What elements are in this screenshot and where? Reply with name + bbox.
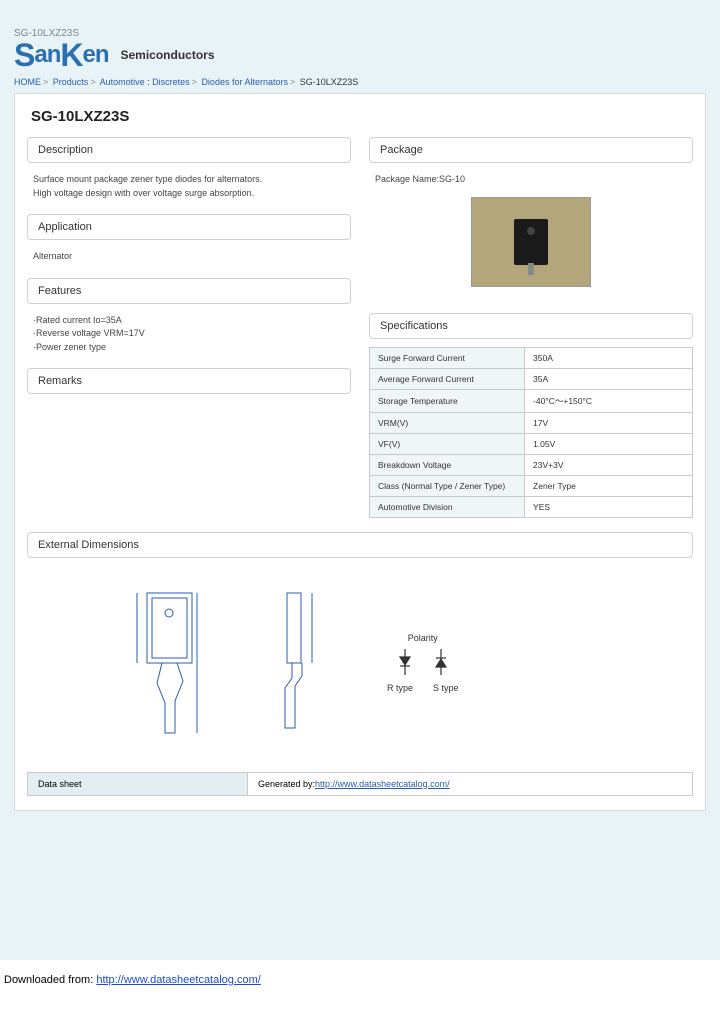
external-dimensions-body: Polarity — [27, 568, 693, 758]
spec-row: Breakdown Voltage23V+3V — [370, 454, 693, 475]
package-name-text: Package Name:SG-10 — [375, 173, 687, 187]
polarity-r-icon — [397, 647, 413, 679]
polarity-s-label: S type — [433, 683, 459, 693]
spec-value: 23V+3V — [525, 454, 693, 475]
crumb-current: SG-10LXZ23S — [300, 77, 359, 87]
part-number-header: SG-10LXZ23S — [14, 28, 706, 39]
description-line2: High voltage design with over voltage su… — [33, 187, 345, 201]
features-heading: Features — [27, 278, 351, 304]
package-photo — [471, 197, 591, 287]
spec-key: Breakdown Voltage — [370, 454, 525, 475]
polarity-s-icon — [433, 647, 449, 679]
specifications-heading: Specifications — [369, 313, 693, 339]
polarity-label: Polarity — [387, 633, 459, 643]
external-dimensions-heading: External Dimensions — [27, 532, 693, 558]
description-body: Surface mount package zener type diodes … — [27, 171, 351, 214]
spec-key: Surge Forward Current — [370, 347, 525, 368]
spec-key: Class (Normal Type / Zener Type) — [370, 475, 525, 496]
spec-row: VF(V)1.05V — [370, 433, 693, 454]
spec-row: Automotive DivisionYES — [370, 496, 693, 517]
package-chip-graphic — [514, 219, 548, 265]
crumb-products[interactable]: Products — [53, 77, 89, 87]
datasheet-label: Data sheet — [28, 772, 248, 795]
spec-row: Class (Normal Type / Zener Type)Zener Ty… — [370, 475, 693, 496]
spec-value: 35A — [525, 368, 693, 389]
description-heading: Description — [27, 137, 351, 163]
application-body: Alternator — [27, 248, 351, 278]
application-heading: Application — [27, 214, 351, 240]
brand-suffix: Semiconductors — [120, 48, 214, 62]
datasheet-row: Data sheet Generated by:http://www.datas… — [28, 772, 693, 795]
right-column: Package Package Name:SG-10 Specification… — [369, 137, 693, 518]
two-column-layout: Description Surface mount package zener … — [27, 137, 693, 518]
spec-value: 1.05V — [525, 433, 693, 454]
datasheet-table: Data sheet Generated by:http://www.datas… — [27, 772, 693, 796]
breadcrumb: HOME> Products> Automotive : Discretes> … — [14, 77, 706, 87]
spec-key: Storage Temperature — [370, 389, 525, 412]
dimension-drawing-front — [127, 583, 217, 743]
spec-key: VF(V) — [370, 433, 525, 454]
spec-key: VRM(V) — [370, 412, 525, 433]
remarks-body — [27, 402, 351, 418]
left-column: Description Surface mount package zener … — [27, 137, 351, 518]
page-background: SG-10LXZ23S SanKen Semiconductors HOME> … — [0, 0, 720, 960]
datasheet-link[interactable]: http://www.datasheetcatalog.com/ — [315, 779, 450, 789]
footer-link[interactable]: http://www.datasheetcatalog.com/ — [96, 974, 260, 986]
feature-2: ·Reverse voltage VRM=17V — [33, 327, 345, 341]
description-line1: Surface mount package zener type diodes … — [33, 173, 345, 187]
crumb-discretes[interactable]: Discretes — [152, 77, 190, 87]
footer-prefix: Downloaded from: — [4, 974, 96, 986]
logo-row: SanKen Semiconductors — [14, 41, 706, 69]
specifications-table: Surge Forward Current350AAverage Forward… — [369, 347, 693, 518]
crumb-diodes[interactable]: Diodes for Alternators — [201, 77, 288, 87]
dimension-drawing-side — [257, 583, 347, 743]
feature-3: ·Power zener type — [33, 341, 345, 355]
spec-value: 17V — [525, 412, 693, 433]
spec-value: -40°C～+150°C — [525, 389, 693, 412]
spec-key: Average Forward Current — [370, 368, 525, 389]
content-card: SG-10LXZ23S Description Surface mount pa… — [14, 93, 706, 811]
crumb-automotive[interactable]: Automotive — [100, 77, 145, 87]
datasheet-value: Generated by:http://www.datasheetcatalog… — [248, 772, 693, 795]
feature-1: ·Rated current Io=35A — [33, 314, 345, 328]
spec-row: Storage Temperature-40°C～+150°C — [370, 389, 693, 412]
brand-logo: SanKen — [14, 41, 108, 69]
polarity-r-label: R type — [387, 683, 413, 693]
package-body: Package Name:SG-10 — [369, 171, 693, 313]
spec-row: Surge Forward Current350A — [370, 347, 693, 368]
page-title: SG-10LXZ23S — [31, 108, 693, 125]
footer: Downloaded from: http://www.datasheetcat… — [0, 960, 720, 992]
features-body: ·Rated current Io=35A ·Reverse voltage V… — [27, 312, 351, 369]
spec-value: YES — [525, 496, 693, 517]
polarity-block: Polarity — [387, 633, 459, 693]
spec-value: 350A — [525, 347, 693, 368]
spec-row: Average Forward Current35A — [370, 368, 693, 389]
spec-row: VRM(V)17V — [370, 412, 693, 433]
remarks-heading: Remarks — [27, 368, 351, 394]
package-heading: Package — [369, 137, 693, 163]
datasheet-gen-prefix: Generated by: — [258, 779, 315, 789]
spec-key: Automotive Division — [370, 496, 525, 517]
spec-value: Zener Type — [525, 475, 693, 496]
crumb-home[interactable]: HOME — [14, 77, 41, 87]
